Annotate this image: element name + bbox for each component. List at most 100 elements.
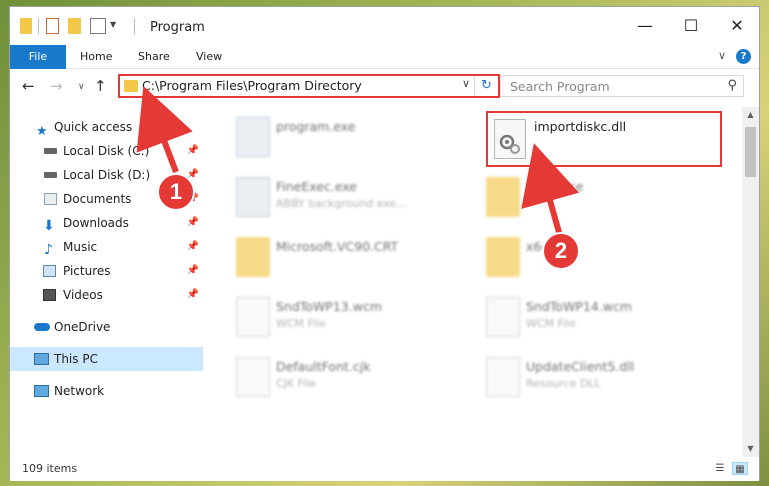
up-button[interactable]: ↑ xyxy=(94,77,107,95)
network-icon xyxy=(34,385,49,397)
tab-home[interactable]: Home xyxy=(70,45,122,69)
sidebar-item-label: This PC xyxy=(54,352,98,366)
scroll-down-icon[interactable]: ▼ xyxy=(742,441,759,457)
pin-icon[interactable]: 📌 xyxy=(187,211,199,235)
separator xyxy=(38,18,39,34)
file-name: program.exe xyxy=(276,119,356,134)
pin-icon[interactable]: 📌 xyxy=(187,283,199,307)
large-icons-view-icon[interactable]: ▦ xyxy=(732,462,748,475)
close-button[interactable]: ✕ xyxy=(714,13,760,39)
list-item[interactable]: DefaultFont.cjk CJK File xyxy=(230,351,470,403)
refresh-button[interactable]: ↻ xyxy=(474,76,498,96)
drive-icon xyxy=(44,148,57,154)
file-name: SndToWP14.wcm xyxy=(526,299,632,314)
cloud-icon xyxy=(34,323,50,331)
file-description: CJK File xyxy=(276,377,317,390)
file-description: WCM File xyxy=(276,317,326,330)
sidebar-item-network[interactable]: Network xyxy=(10,379,203,403)
sidebar-item-onedrive[interactable]: OneDrive xyxy=(10,315,203,339)
pin-icon[interactable]: 📌 xyxy=(187,259,199,283)
sidebar-item-label: Videos xyxy=(63,288,103,302)
folder-icon xyxy=(486,237,520,277)
vertical-scrollbar[interactable]: ▲ ▼ xyxy=(742,107,759,457)
list-item[interactable]: SndToWP13.wcm WCM File xyxy=(230,291,470,343)
sidebar-item-label: Local Disk (C:) xyxy=(63,144,150,158)
separator xyxy=(134,18,135,34)
folder-icon xyxy=(486,177,520,217)
navigation-pane: ★ Quick access Local Disk (C:) 📌 Local D… xyxy=(10,111,203,457)
navigation-bar: ← → ∨ ↑ C:\Program Files\Program Directo… xyxy=(10,69,759,103)
file-name: Resource xyxy=(526,179,584,194)
sidebar-item-label: OneDrive xyxy=(54,320,111,334)
maximize-button[interactable]: ☐ xyxy=(668,13,714,39)
tab-share[interactable]: Share xyxy=(128,45,180,69)
ribbon: File Home Share View ∨ ? xyxy=(10,45,759,69)
sidebar-item-label: Documents xyxy=(63,192,132,206)
film-icon xyxy=(43,289,56,301)
step-badge-2: 2 xyxy=(542,232,580,270)
tab-file[interactable]: File xyxy=(10,45,66,69)
file-description: WCM File xyxy=(526,317,576,330)
sidebar-item-label: Pictures xyxy=(63,264,111,278)
search-placeholder: Search Program xyxy=(510,79,610,94)
recent-locations-icon[interactable]: ∨ xyxy=(78,82,85,92)
window-title: Program xyxy=(150,20,205,35)
file-list: program.exe FineExec.exe ABBY background… xyxy=(210,107,738,457)
list-item[interactable]: program.exe xyxy=(230,111,470,163)
exe-icon xyxy=(236,117,270,157)
search-icon[interactable]: ⚲ xyxy=(727,78,737,93)
sidebar-item-this-pc[interactable]: This PC xyxy=(10,347,203,371)
scroll-thumb[interactable] xyxy=(745,127,756,177)
list-item[interactable]: x64 xyxy=(480,231,720,283)
forward-button[interactable]: → xyxy=(50,77,63,95)
sidebar-item-label: Quick access xyxy=(54,120,133,134)
list-item[interactable]: FineExec.exe ABBY background exe... xyxy=(230,171,470,223)
sidebar-item-quick-access[interactable]: ★ Quick access xyxy=(10,115,203,139)
customize-icon[interactable] xyxy=(90,18,106,34)
sidebar-item-downloads[interactable]: ⬇ Downloads 📌 xyxy=(10,211,203,235)
sidebar-item-music[interactable]: ♪ Music 📌 xyxy=(10,235,203,259)
dll-gear-icon xyxy=(486,357,520,397)
properties-icon[interactable] xyxy=(46,18,59,34)
list-item[interactable]: UpdateClient5.dll Resource DLL xyxy=(480,351,720,403)
folder-icon xyxy=(20,18,32,34)
file-name: SndToWP13.wcm xyxy=(276,299,382,314)
sidebar-item-label: Music xyxy=(63,240,98,254)
pin-icon[interactable]: 📌 xyxy=(187,139,199,163)
sidebar-item-local-disk-c[interactable]: Local Disk (C:) 📌 xyxy=(10,139,203,163)
explorer-window: ▼ Program — ☐ ✕ File Home Share View ∨ ?… xyxy=(9,6,760,481)
details-view-icon[interactable]: ☰ xyxy=(712,462,728,475)
sidebar-item-label: Downloads xyxy=(63,216,129,230)
list-item[interactable]: Resource xyxy=(480,171,720,223)
sidebar-item-videos[interactable]: Videos 📌 xyxy=(10,283,203,307)
chevron-down-icon[interactable]: ▼ xyxy=(110,20,116,36)
document-icon xyxy=(486,297,520,337)
exe-icon xyxy=(236,177,270,217)
list-item[interactable]: SndToWP14.wcm WCM File xyxy=(480,291,720,343)
minimize-button[interactable]: — xyxy=(622,13,668,39)
address-bar[interactable]: C:\Program Files\Program Directory ∨ ↻ xyxy=(118,74,500,98)
file-name: DefaultFont.cjk xyxy=(276,359,371,374)
search-input[interactable]: Search Program ⚲ xyxy=(500,75,744,97)
highlight-box xyxy=(486,111,722,167)
sidebar-item-pictures[interactable]: Pictures 📌 xyxy=(10,259,203,283)
scroll-up-icon[interactable]: ▲ xyxy=(742,107,759,123)
address-path[interactable]: C:\Program Files\Program Directory xyxy=(142,78,362,93)
step-badge-1: 1 xyxy=(157,173,195,211)
file-name: Microsoft.VC90.CRT xyxy=(276,239,399,254)
tab-view[interactable]: View xyxy=(186,45,232,69)
sidebar-item-label: Local Disk (D:) xyxy=(63,168,151,182)
pin-icon[interactable]: 📌 xyxy=(187,235,199,259)
list-item[interactable]: Microsoft.VC90.CRT xyxy=(230,231,470,283)
file-description: ABBY background exe... xyxy=(276,197,407,210)
back-button[interactable]: ← xyxy=(22,77,35,95)
new-folder-icon[interactable] xyxy=(68,18,81,34)
drive-icon xyxy=(44,172,57,178)
computer-icon xyxy=(34,353,49,365)
help-button[interactable]: ? xyxy=(736,49,751,64)
title-bar: ▼ Program — ☐ ✕ xyxy=(10,7,759,45)
documents-icon xyxy=(44,193,57,205)
document-icon xyxy=(236,357,270,397)
chevron-down-icon[interactable]: ∨ xyxy=(462,77,470,90)
expand-ribbon-icon[interactable]: ∨ xyxy=(718,49,726,62)
